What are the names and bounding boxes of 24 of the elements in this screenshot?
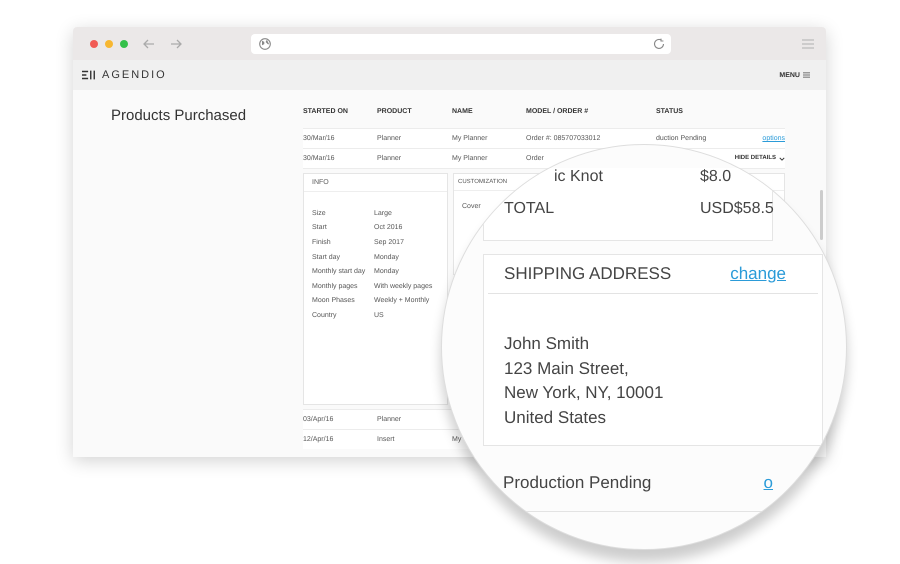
menu-icon[interactable] [802, 38, 814, 48]
scrollbar[interactable] [820, 190, 823, 240]
close-dot[interactable] [90, 40, 98, 48]
forward-arrow-icon[interactable] [170, 38, 182, 48]
page-title: Products Purchased [111, 107, 248, 126]
change-link[interactable]: change [730, 264, 786, 284]
maximize-dot[interactable] [120, 40, 128, 48]
reload-icon[interactable] [653, 38, 665, 50]
address-line: John Smith [504, 333, 590, 355]
address-line: 123 Main Street, [504, 358, 630, 380]
status-text: Production Pending [503, 472, 652, 492]
options-link[interactable]: o [764, 472, 773, 492]
line-label: TOTAL [504, 201, 554, 217]
menu-icon [803, 72, 810, 78]
address-line: New York, NY, 10001 [504, 382, 664, 404]
logo-icon [82, 70, 96, 80]
logo-text: AGENDIO [102, 69, 167, 81]
card-title: SHIPPING ADDRESS [504, 264, 672, 284]
line-amount: USD$58.5 [700, 201, 774, 217]
back-arrow-icon[interactable] [143, 38, 155, 48]
globe-icon [259, 38, 271, 50]
address-line: United States [504, 406, 608, 428]
minimize-dot[interactable] [105, 40, 113, 48]
caret-icon [779, 156, 785, 160]
